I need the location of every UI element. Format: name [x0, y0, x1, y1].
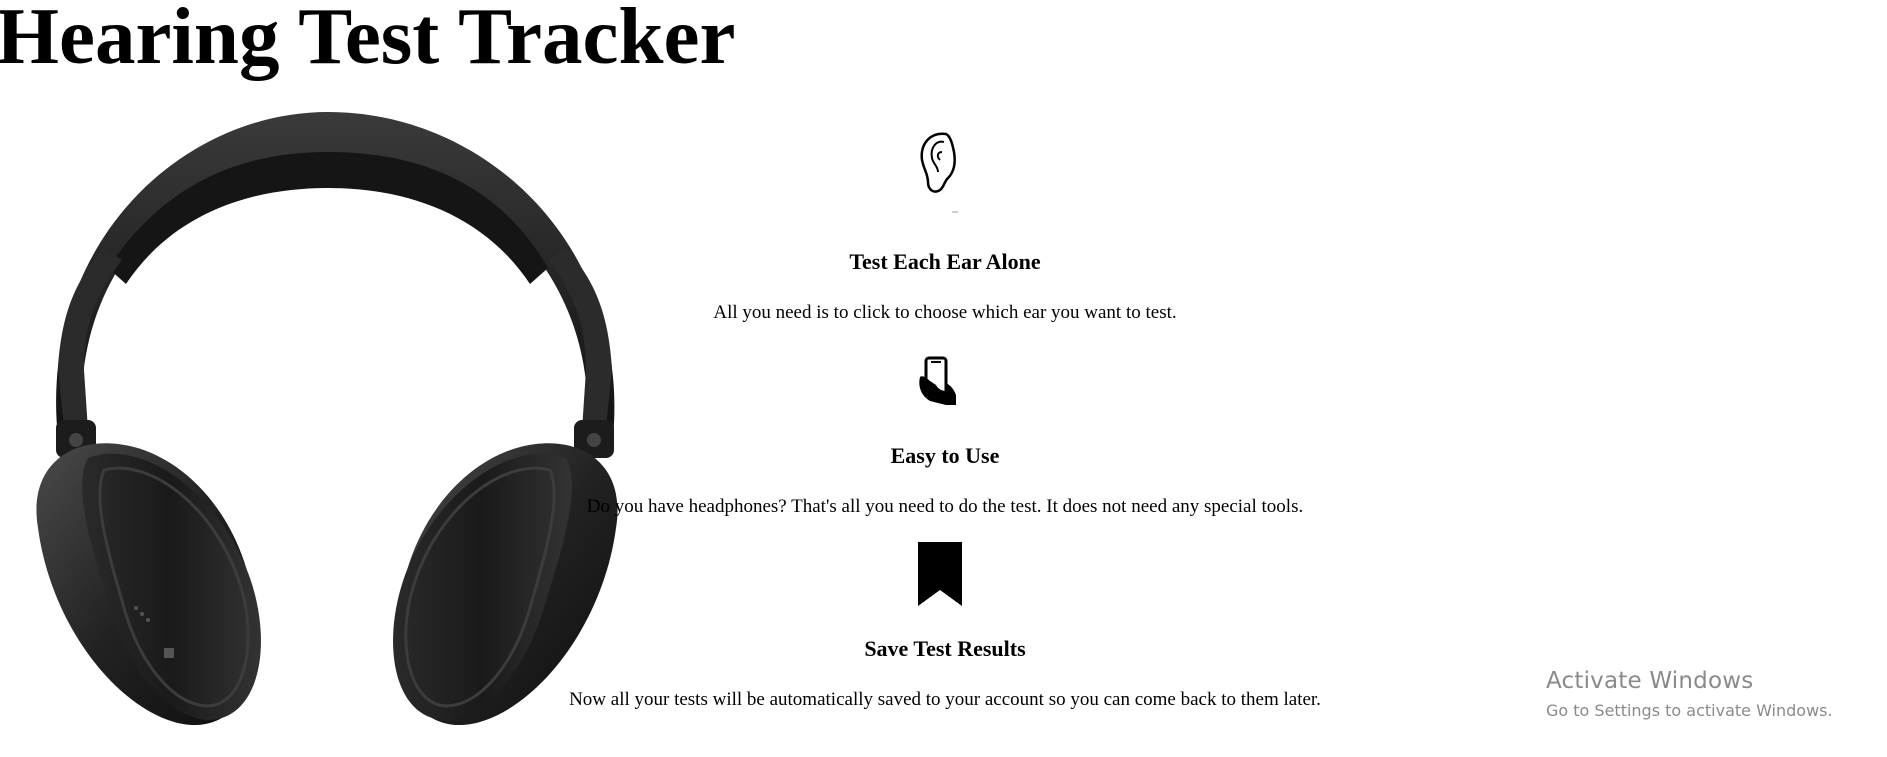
- feature-text-easy-to-use: Do you have headphones? That's all you n…: [586, 496, 1304, 517]
- feature-heading-test-each-ear: Test Each Ear Alone: [849, 249, 1041, 274]
- bookmark-icon: [918, 542, 962, 606]
- headphones-image: [36, 112, 618, 726]
- phone-in-hand-icon: [919, 356, 956, 405]
- feature-text-save-results: Now all your tests will be automatically…: [569, 689, 1321, 710]
- page-title: Hearing Test Tracker: [0, 0, 736, 81]
- watermark-subtitle: Go to Settings to activate Windows.: [1546, 701, 1833, 720]
- ear-icon: [920, 132, 958, 213]
- watermark-title: Activate Windows: [1546, 668, 1754, 694]
- activate-windows-watermark: Activate Windows Go to Settings to activ…: [1546, 667, 1833, 722]
- feature-heading-save-results: Save Test Results: [864, 636, 1026, 661]
- feature-text-test-each-ear: All you need is to click to choose which…: [713, 302, 1177, 323]
- feature-heading-easy-to-use: Easy to Use: [890, 443, 1000, 468]
- page: Hearing Test Tracker Test Each Ear Alone…: [0, 0, 1887, 757]
